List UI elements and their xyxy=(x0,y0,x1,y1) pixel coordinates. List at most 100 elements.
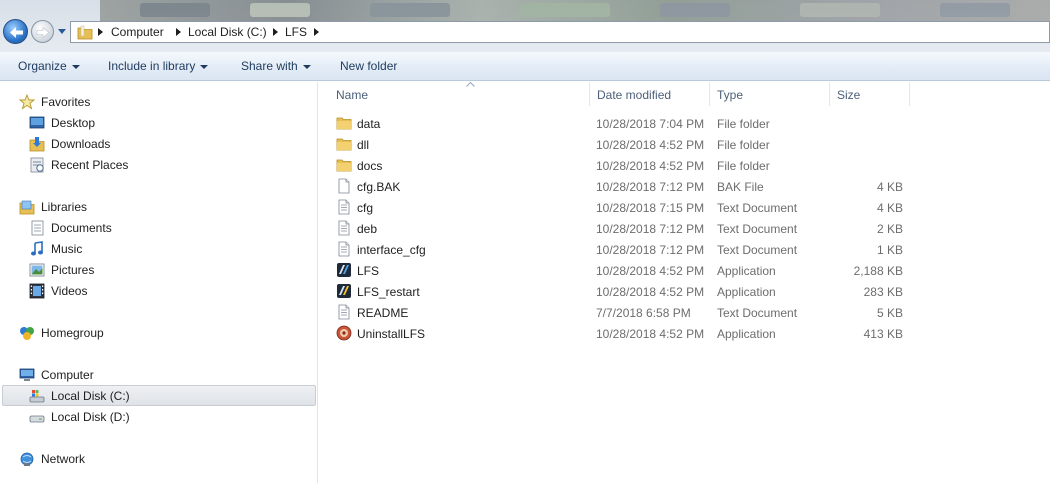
nav-item-computer[interactable]: Computer xyxy=(19,365,219,385)
nav-label: Homegroup xyxy=(41,326,104,340)
nav-item-music[interactable]: Music xyxy=(29,239,229,259)
documents-icon xyxy=(31,220,44,236)
nav-label: Local Disk (D:) xyxy=(51,410,130,424)
file-row[interactable]: dll 10/28/2018 4:52 PM File folder xyxy=(319,134,1050,155)
forward-button[interactable] xyxy=(31,20,54,43)
include-in-library-button[interactable]: Include in library xyxy=(108,59,209,73)
file-row[interactable]: README 7/7/2018 6:58 PM Text Document 5 KB xyxy=(319,302,1050,323)
file-row[interactable]: data 10/28/2018 7:04 PM File folder xyxy=(319,113,1050,134)
file-date-modified: 10/28/2018 7:12 PM xyxy=(596,180,705,194)
downloads-icon xyxy=(29,137,45,152)
breadcrumb-local-disk-c[interactable]: Local Disk (C:) xyxy=(188,25,267,39)
nav-label: Favorites xyxy=(41,95,91,109)
nav-label: Music xyxy=(51,242,83,256)
nav-item-libraries[interactable]: Libraries xyxy=(19,197,219,217)
folder-icon xyxy=(336,138,352,151)
pictures-icon xyxy=(29,263,45,277)
file-size: 2 KB xyxy=(876,222,903,236)
nav-label: Computer xyxy=(41,368,94,382)
file-size: 2,188 KB xyxy=(853,264,903,278)
column-header-type[interactable]: Type xyxy=(710,82,830,106)
nav-label: Recent Places xyxy=(51,158,129,172)
videos-icon xyxy=(29,283,45,299)
file-row[interactable]: cfg.BAK 10/28/2018 7:12 PM BAK File 4 KB xyxy=(319,176,1050,197)
file-type: File folder xyxy=(717,138,770,152)
nav-item-recent-places[interactable]: Recent Places xyxy=(29,155,229,175)
nav-label: Desktop xyxy=(51,116,96,130)
file-row[interactable]: deb 10/28/2018 7:12 PM Text Document 2 KB xyxy=(319,218,1050,239)
file-type: File folder xyxy=(717,117,770,131)
organize-button[interactable]: Organize xyxy=(18,59,80,73)
file-list-pane: Name Date modified Type Size data 10/28/2… xyxy=(319,82,1050,483)
file-name: LFS_restart xyxy=(357,285,420,299)
file-row[interactable]: docs 10/28/2018 4:52 PM File folder xyxy=(319,155,1050,176)
column-header-date-modified[interactable]: Date modified xyxy=(590,82,710,106)
text-file-icon xyxy=(338,304,350,320)
file-date-modified: 10/28/2018 4:52 PM xyxy=(596,264,705,278)
star-icon xyxy=(19,94,35,110)
file-date-modified: 10/28/2018 7:12 PM xyxy=(596,222,705,236)
file-type: BAK File xyxy=(717,180,764,194)
nav-label: Local Disk (C:) xyxy=(51,389,130,403)
column-header-name[interactable]: Name xyxy=(329,82,590,106)
file-row[interactable]: UninstallLFS 10/28/2018 4:52 PM Applicatio… xyxy=(319,323,1050,344)
file-size: 413 KB xyxy=(863,327,903,341)
breadcrumb-computer[interactable]: Computer xyxy=(111,25,164,39)
new-folder-button[interactable]: New folder xyxy=(340,59,397,73)
folder-icon xyxy=(336,117,352,130)
system-drive-icon xyxy=(29,390,45,403)
nav-item-pictures[interactable]: Pictures xyxy=(29,260,229,280)
column-header-label: Size xyxy=(837,88,861,102)
file-row[interactable]: interface_cfg 10/28/2018 7:12 PM Text Docu… xyxy=(319,239,1050,260)
nav-item-network[interactable]: Network xyxy=(19,449,219,469)
file-date-modified: 10/28/2018 7:15 PM xyxy=(596,201,705,215)
file-date-modified: 10/28/2018 4:52 PM xyxy=(596,138,705,152)
breadcrumb-arrow-icon[interactable] xyxy=(314,28,319,36)
file-date-modified: 10/28/2018 4:52 PM xyxy=(596,159,705,173)
nav-label: Downloads xyxy=(51,137,111,151)
nav-label: Network xyxy=(41,452,86,466)
file-name: LFS xyxy=(357,264,380,278)
file-type: Text Document xyxy=(717,201,798,215)
recent-pages-dropdown-icon[interactable] xyxy=(57,26,67,36)
file-date-modified: 10/28/2018 7:04 PM xyxy=(596,117,705,131)
nav-item-homegroup[interactable]: Homegroup xyxy=(19,323,219,343)
nav-label: Documents xyxy=(51,221,112,235)
share-with-button[interactable]: Share with xyxy=(241,59,311,73)
nav-label: Libraries xyxy=(41,200,88,214)
computer-icon xyxy=(19,368,35,381)
breadcrumb-arrow-icon[interactable] xyxy=(176,28,181,36)
folder-icon xyxy=(336,159,352,172)
file-date-modified: 10/28/2018 7:12 PM xyxy=(596,243,705,257)
file-name: README xyxy=(357,306,409,320)
nav-label: Pictures xyxy=(51,263,95,277)
file-type: Text Document xyxy=(717,222,798,236)
file-row[interactable]: LFS 10/28/2018 4:52 PM Application 2,188 KB xyxy=(319,260,1050,281)
blank-file-icon xyxy=(338,178,350,194)
file-row[interactable]: cfg 10/28/2018 7:15 PM Text Document 4 KB xyxy=(319,197,1050,218)
breadcrumb-arrow-icon[interactable] xyxy=(98,28,103,36)
column-header-size[interactable]: Size xyxy=(830,82,910,106)
back-button[interactable] xyxy=(3,19,28,44)
nav-item-documents[interactable]: Documents xyxy=(29,218,229,238)
nav-item-desktop[interactable]: Desktop xyxy=(29,113,229,133)
nav-item-downloads[interactable]: Downloads xyxy=(29,134,229,154)
breadcrumb-arrow-icon[interactable] xyxy=(273,28,278,36)
file-size: 4 KB xyxy=(876,180,903,194)
uninstall-app-icon xyxy=(336,325,352,341)
file-name: dll xyxy=(357,138,370,152)
nav-item-local-disk-d[interactable]: Local Disk (D:) xyxy=(29,407,229,427)
column-headers: Name Date modified Type Size xyxy=(319,82,1050,106)
file-date-modified: 10/28/2018 4:52 PM xyxy=(596,285,705,299)
file-row[interactable]: LFS_restart 10/28/2018 4:52 PM Application… xyxy=(319,281,1050,302)
nav-item-videos[interactable]: Videos xyxy=(29,281,229,301)
nav-item-local-disk-c[interactable]: Local Disk (C:) xyxy=(29,386,229,406)
file-size: 5 KB xyxy=(876,306,903,320)
file-name: cfg xyxy=(357,201,374,215)
breadcrumb-lfs[interactable]: LFS xyxy=(285,25,307,39)
nav-item-favorites[interactable]: Favorites xyxy=(19,92,219,112)
address-box[interactable]: Computer Local Disk (C:) LFS xyxy=(70,21,1050,43)
sort-ascending-icon xyxy=(466,82,475,87)
homegroup-icon xyxy=(20,327,34,340)
text-file-icon xyxy=(338,220,350,236)
